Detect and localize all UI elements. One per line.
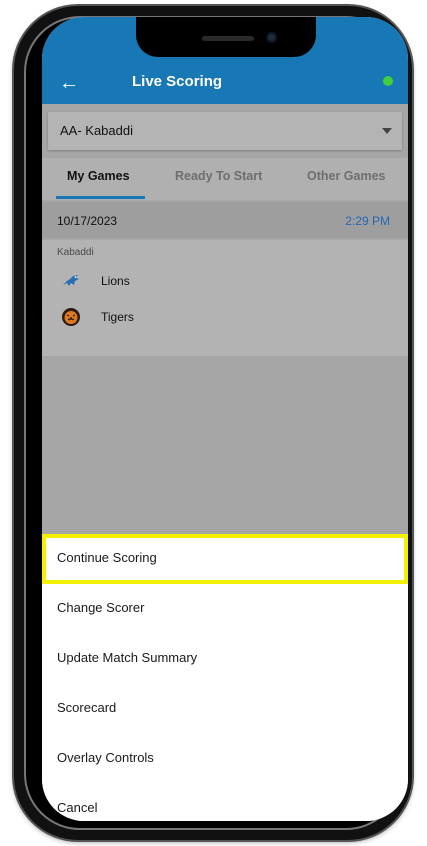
sheet-item-label: Change Scorer	[57, 600, 145, 615]
game-time: 2:29 PM	[345, 214, 390, 228]
league-dropdown-value: AA- Kabaddi	[60, 123, 133, 138]
tab-my-games[interactable]: My Games	[67, 169, 130, 183]
sheet-item-label: Overlay Controls	[57, 750, 154, 765]
sheet-item-label: Cancel	[57, 800, 98, 815]
online-status-icon	[383, 76, 393, 86]
back-arrow-icon[interactable]: ←	[59, 73, 79, 93]
change-scorer-button[interactable]: Change Scorer	[42, 584, 408, 634]
continue-scoring-button[interactable]: Continue Scoring	[42, 534, 408, 584]
sheet-item-label: Update Match Summary	[57, 650, 198, 665]
tab-other-games[interactable]: Other Games	[307, 169, 386, 183]
sheet-item-label: Continue Scoring	[57, 550, 157, 565]
team-name: Tigers	[101, 310, 134, 324]
lion-logo-icon	[63, 275, 79, 286]
game-date: 10/17/2023	[57, 214, 118, 228]
speaker-grille	[202, 36, 254, 41]
camera-icon	[266, 32, 277, 43]
league-dropdown[interactable]: AA- Kabaddi	[48, 112, 402, 150]
caret-down-icon	[382, 128, 392, 134]
update-match-summary-button[interactable]: Update Match Summary	[42, 634, 408, 684]
team-name: Lions	[101, 274, 130, 288]
game-card[interactable]: Kabaddi Lions Tigers	[42, 240, 408, 356]
game-date-row: 10/17/2023 2:29 PM	[42, 202, 408, 238]
active-tab-indicator	[56, 196, 145, 199]
phone-notch	[136, 17, 316, 57]
scorecard-button[interactable]: Scorecard	[42, 684, 408, 734]
sheet-item-label: Scorecard	[57, 700, 117, 715]
page-title: Live Scoring	[132, 73, 223, 90]
overlay-controls-button[interactable]: Overlay Controls	[42, 734, 408, 784]
action-sheet: Continue Scoring Change Scorer Update Ma…	[42, 534, 408, 821]
team-row: Tigers	[57, 306, 357, 330]
sport-label: Kabaddi	[57, 247, 94, 258]
phone-screen: ← Live Scoring AA- Kabaddi My Games Read…	[42, 17, 408, 821]
team-row: Lions	[57, 270, 357, 294]
tab-ready-to-start[interactable]: Ready To Start	[175, 169, 262, 183]
cancel-button[interactable]: Cancel	[42, 784, 408, 821]
game-tabs: My Games Ready To Start Other Games	[42, 158, 408, 200]
tiger-logo-icon	[62, 308, 80, 326]
main-content: AA- Kabaddi My Games Ready To Start Othe…	[42, 104, 408, 534]
